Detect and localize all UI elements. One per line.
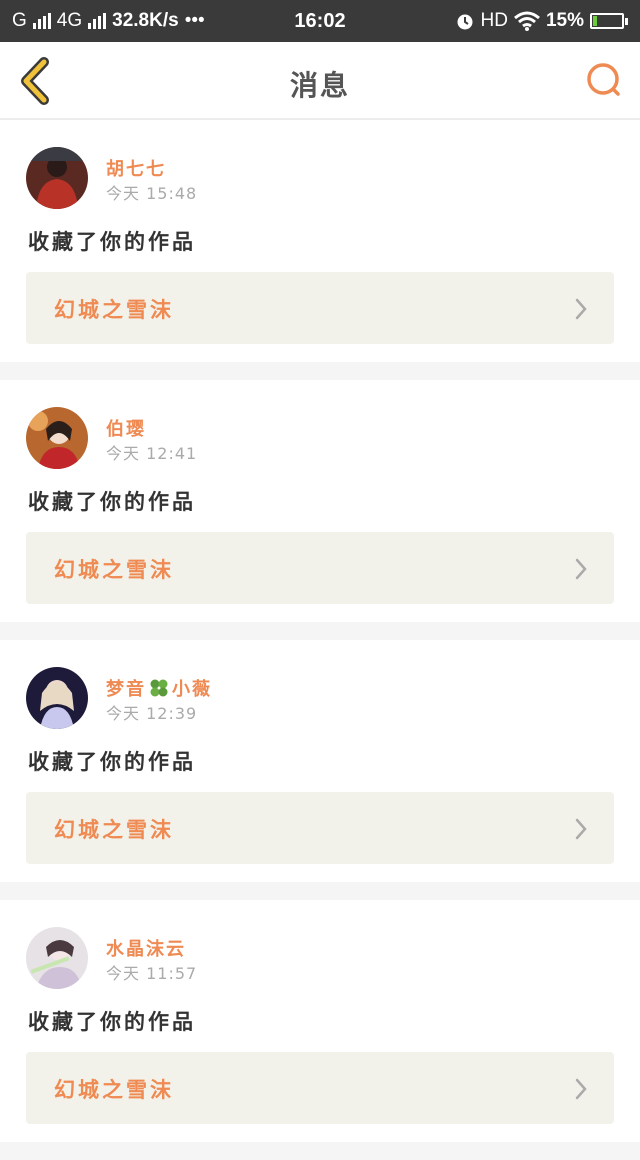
user-name[interactable]: 梦音 小薇 xyxy=(106,675,212,701)
avatar[interactable] xyxy=(26,667,88,729)
message-card: 梦音 小薇 今天 12:39 收藏了你的作品 幻城之雪沫 xyxy=(0,640,640,882)
message-card: 水晶沫云 今天 11:57 收藏了你的作品 幻城之雪沫 xyxy=(0,900,640,1142)
status-bar: G 4G 32.8K/s ••• 16:02 HD 15% xyxy=(0,0,640,42)
avatar[interactable] xyxy=(26,147,88,209)
message-card: 伯璎 今天 12:41 收藏了你的作品 幻城之雪沫 xyxy=(0,380,640,622)
hd-label: HD xyxy=(480,10,508,31)
signal-icon-2 xyxy=(88,13,107,29)
message-text: 收藏了你的作品 xyxy=(28,1010,196,1034)
user-name[interactable]: 伯璎 xyxy=(106,415,146,441)
work-title: 幻城之雪沫 xyxy=(54,558,174,582)
message-time: 今天 12:41 xyxy=(106,444,198,463)
message-card: 胡七七 今天 15:48 收藏了你的作品 幻城之雪沫 xyxy=(0,120,640,362)
work-title: 幻城之雪沫 xyxy=(54,818,174,842)
signal-icon xyxy=(32,13,51,29)
message-time: 今天 15:48 xyxy=(106,184,198,203)
user-name-part2: 小薇 xyxy=(172,679,212,700)
work-title: 幻城之雪沫 xyxy=(54,298,174,322)
header: 消息 xyxy=(0,42,640,120)
work-link[interactable]: 幻城之雪沫 xyxy=(26,792,614,864)
chevron-right-icon xyxy=(575,298,587,320)
message-text: 收藏了你的作品 xyxy=(28,490,196,514)
work-title: 幻城之雪沫 xyxy=(54,1078,174,1102)
battery-icon xyxy=(590,13,628,29)
more-dots: ••• xyxy=(184,10,205,31)
user-name[interactable]: 水晶沫云 xyxy=(106,935,186,961)
chevron-right-icon xyxy=(575,558,587,580)
user-name[interactable]: 胡七七 xyxy=(106,155,166,181)
message-time: 今天 12:39 xyxy=(106,704,198,723)
status-right: HD 15% xyxy=(455,10,628,32)
page-title: 消息 xyxy=(289,69,350,102)
message-list: 胡七七 今天 15:48 收藏了你的作品 幻城之雪沫 伯璎 今天 12:41 收… xyxy=(0,120,640,1160)
network-speed: 32.8K/s xyxy=(112,10,179,31)
battery-percent: 15% xyxy=(545,10,584,31)
avatar[interactable] xyxy=(26,927,88,989)
carrier-label: G xyxy=(12,10,27,31)
alarm-icon xyxy=(457,14,473,30)
message-text: 收藏了你的作品 xyxy=(28,230,196,254)
status-left: G 4G 32.8K/s ••• xyxy=(12,10,205,32)
work-link[interactable]: 幻城之雪沫 xyxy=(26,1052,614,1124)
message-time: 今天 11:57 xyxy=(106,964,198,983)
chevron-right-icon xyxy=(575,818,587,840)
avatar[interactable] xyxy=(26,407,88,469)
chevron-right-icon xyxy=(575,1078,587,1100)
work-link[interactable]: 幻城之雪沫 xyxy=(26,272,614,344)
wifi-icon xyxy=(514,11,540,31)
clover-icon xyxy=(150,679,168,697)
message-text: 收藏了你的作品 xyxy=(28,750,196,774)
search-icon[interactable] xyxy=(584,60,624,100)
user-name-part1: 梦音 xyxy=(106,679,146,700)
work-link[interactable]: 幻城之雪沫 xyxy=(26,532,614,604)
network-label: 4G xyxy=(56,10,83,31)
